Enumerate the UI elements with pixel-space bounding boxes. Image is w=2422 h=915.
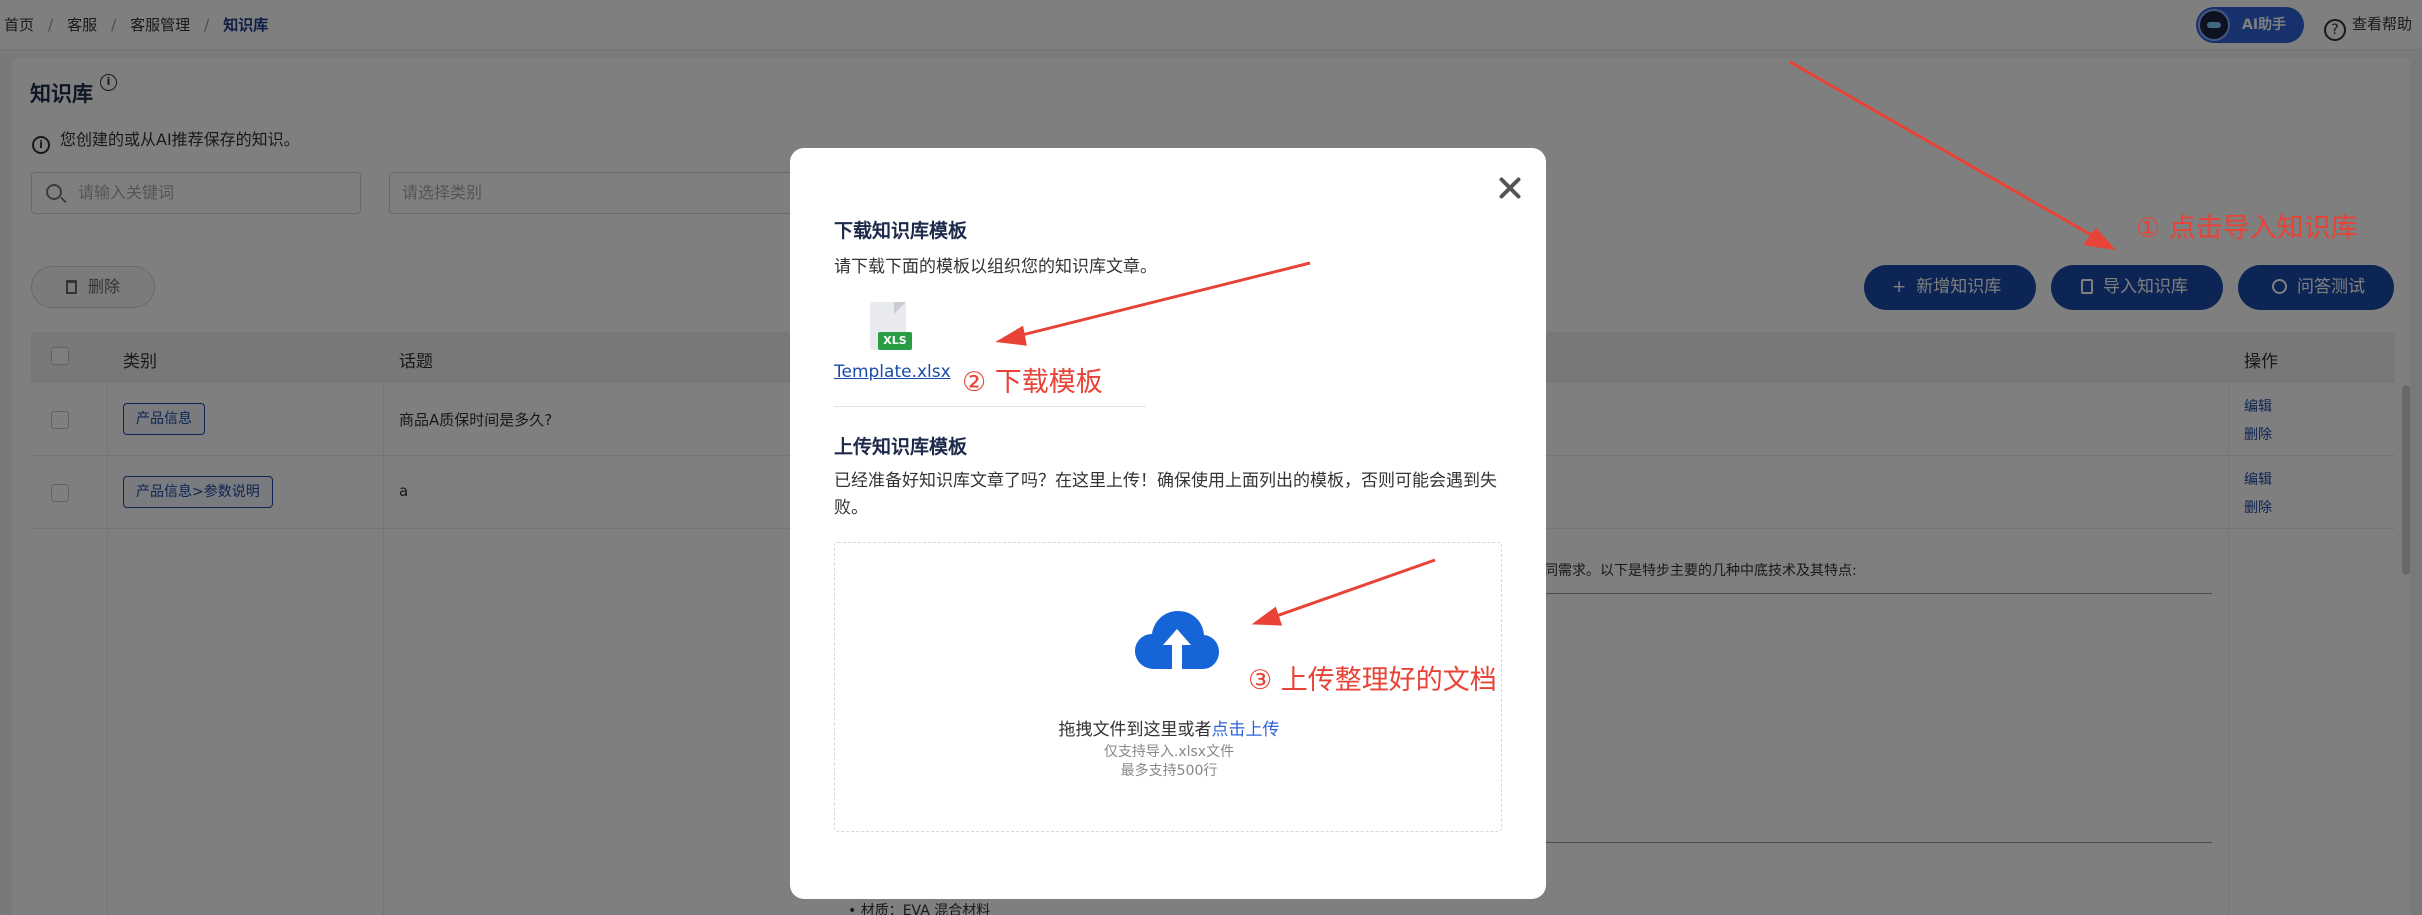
annotation-step3: ③ 上传整理好的文档	[1248, 665, 1497, 696]
annotation-step2: ② 下载模板	[962, 367, 1103, 398]
annotation-step1: ① 点击导入知识库	[2136, 213, 2358, 244]
annotation-arrows	[995, 60, 2116, 626]
